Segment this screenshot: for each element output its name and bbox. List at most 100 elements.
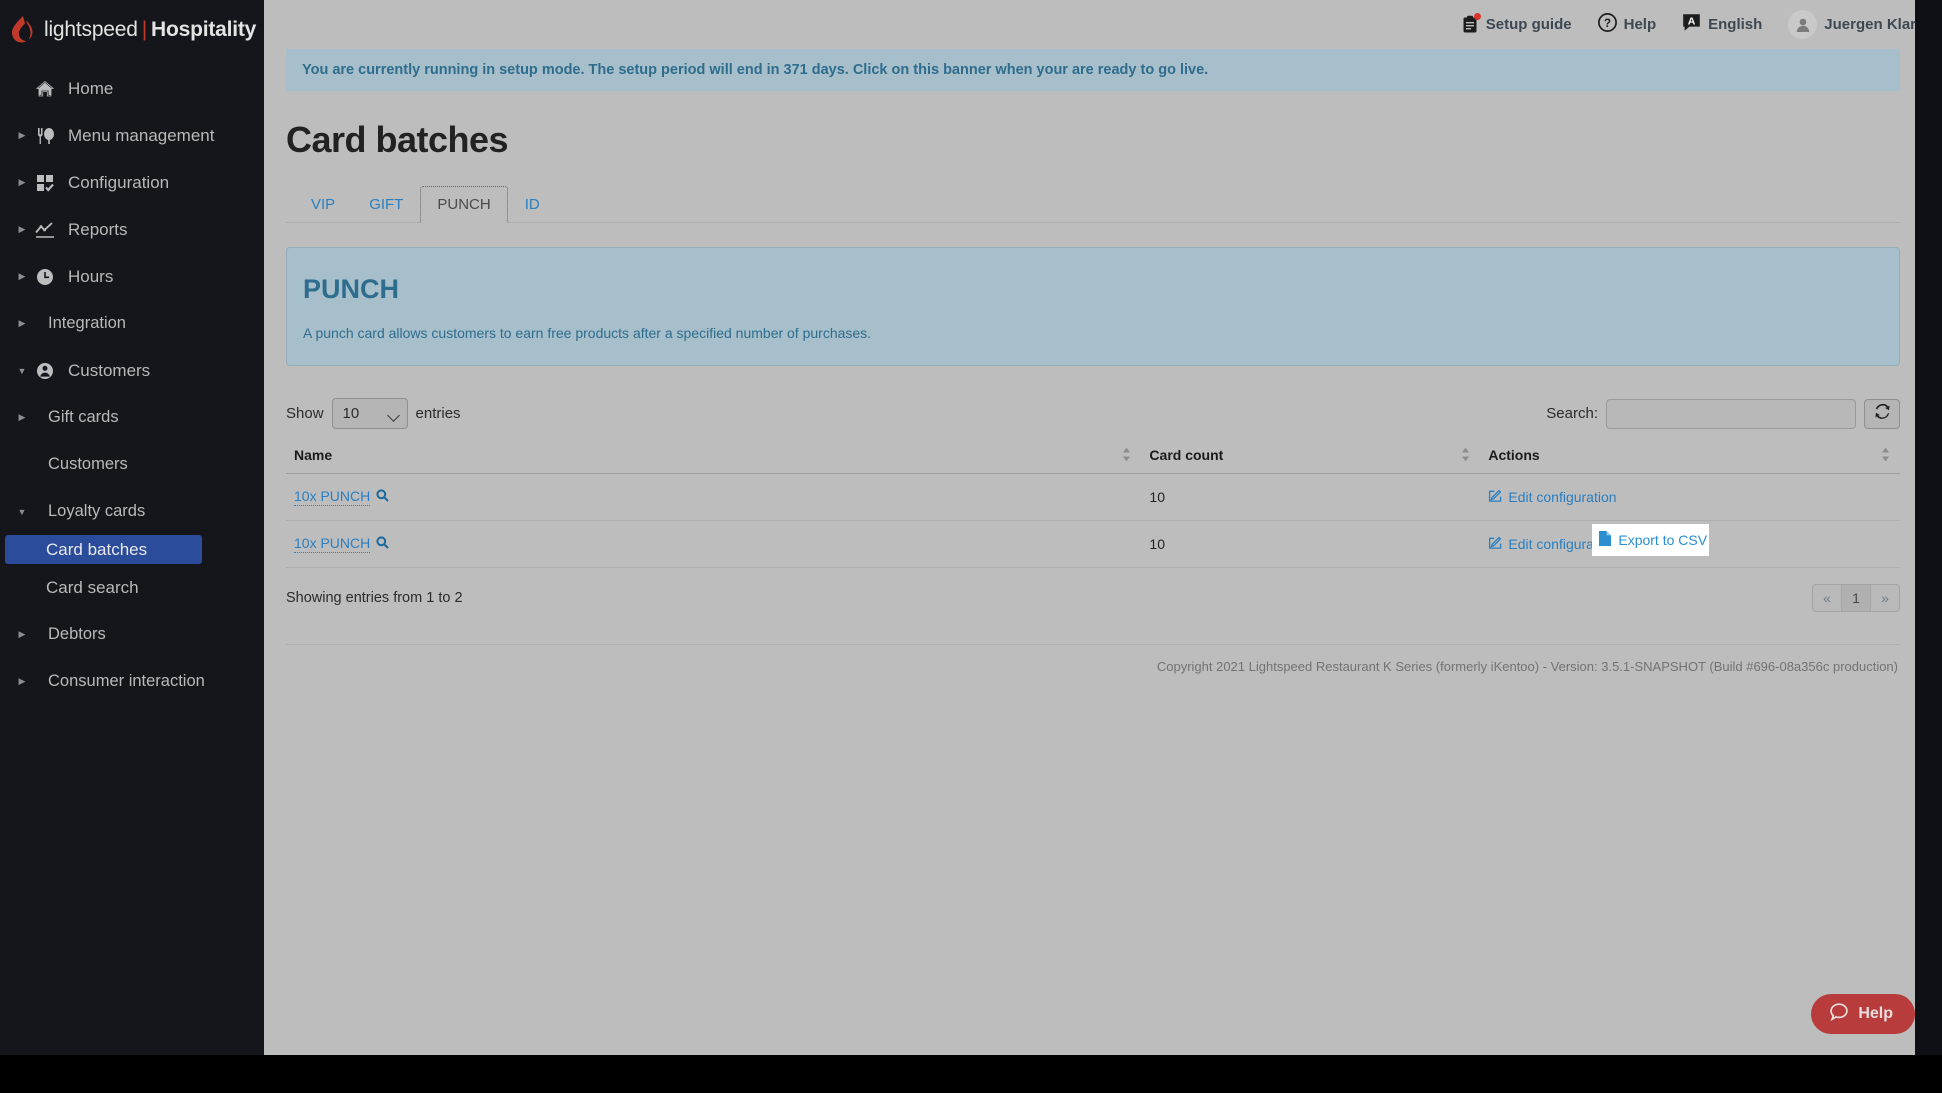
sidebar-item-label: Card search: [46, 577, 139, 597]
help-widget-label: Help: [1858, 1005, 1893, 1022]
chat-bubble-icon: [1829, 1002, 1849, 1027]
sidebar-item-hours[interactable]: ▶ Hours: [0, 253, 264, 300]
sidebar-item-menu-management[interactable]: ▶ Menu management: [0, 112, 264, 159]
chevron-right-icon[interactable]: ▶: [0, 271, 28, 282]
search-group: Search:: [1546, 398, 1900, 429]
magnifier-icon[interactable]: [376, 536, 389, 552]
sidebar-item-customers[interactable]: Customers: [0, 441, 264, 488]
pagination-page-1[interactable]: 1: [1841, 584, 1871, 612]
setup-guide-button[interactable]: Setup guide: [1462, 13, 1572, 34]
tab-punch[interactable]: PUNCH: [420, 186, 508, 223]
table-footer: Showing entries from 1 to 2 « 1 »: [286, 584, 1900, 612]
help-widget-button[interactable]: Help: [1811, 994, 1915, 1034]
sidebar-item-label: Hours: [68, 266, 114, 286]
page-size-select[interactable]: 10 25 50 100: [331, 398, 408, 429]
user-menu[interactable]: Juergen Klar: [1788, 10, 1916, 39]
help-button[interactable]: ? Help: [1597, 13, 1657, 36]
cell-card-count: 10: [1141, 520, 1481, 568]
batch-name-link[interactable]: 10x PUNCH: [294, 488, 389, 506]
magnifier-icon[interactable]: [376, 489, 389, 505]
tab-id[interactable]: ID: [508, 186, 557, 223]
cell-actions: Edit configuration: [1480, 473, 1900, 521]
page-content: You are currently running in setup mode.…: [286, 49, 1900, 680]
language-label: English: [1708, 16, 1763, 33]
entries-label: entries: [415, 405, 461, 422]
cell-actions: Edit configuration Export to CSV: [1480, 520, 1900, 568]
edit-icon: [1488, 489, 1502, 506]
sidebar-item-reports[interactable]: ▶ Reports: [0, 206, 264, 253]
brand-separator: |: [141, 18, 148, 41]
chevron-right-icon[interactable]: ▶: [0, 130, 28, 141]
brand-part2: Hospitality: [151, 18, 257, 41]
language-selector[interactable]: A English: [1682, 13, 1762, 36]
brand-logo[interactable]: lightspeed | Hospitality: [0, 0, 264, 60]
tab-gift[interactable]: GIFT: [352, 186, 420, 223]
column-header-card-count[interactable]: Card count: [1141, 439, 1481, 474]
sidebar-item-home[interactable]: Home: [0, 65, 264, 112]
tab-vip[interactable]: VIP: [294, 186, 352, 223]
pagination-next[interactable]: »: [1870, 584, 1900, 612]
table-controls: Show 10 25 50 100 entries Search:: [286, 398, 1900, 439]
sidebar-item-configuration[interactable]: ▶ Configuration: [0, 159, 264, 206]
pagination-prev[interactable]: «: [1812, 584, 1842, 612]
edit-icon: [1488, 536, 1502, 553]
column-header-name[interactable]: Name: [286, 439, 1142, 474]
chevron-right-icon[interactable]: ▶: [0, 676, 28, 687]
column-label: Actions: [1488, 447, 1540, 463]
batch-name-label: 10x PUNCH: [294, 488, 371, 506]
sidebar-item-integration[interactable]: ▶ Integration: [0, 300, 264, 347]
setup-mode-banner[interactable]: You are currently running in setup mode.…: [286, 49, 1900, 91]
reports-icon: [28, 221, 62, 239]
sidebar-item-label: Gift cards: [48, 408, 119, 426]
sidebar-item-debtors[interactable]: ▶ Debtors: [0, 611, 264, 658]
sidebar-item-gift-cards[interactable]: ▶ Gift cards: [0, 394, 264, 441]
chevron-down-icon[interactable]: ▼: [0, 507, 28, 517]
top-bar: Setup guide ? Help A English Juergen Kla…: [264, 0, 1942, 49]
chevron-right-icon[interactable]: ▶: [0, 318, 28, 329]
chevron-down-icon[interactable]: ▼: [0, 366, 28, 376]
sidebar-item-label: Home: [68, 78, 114, 98]
edit-configuration-link[interactable]: Edit configuration: [1488, 489, 1617, 506]
sidebar-item-card-search[interactable]: Card search: [0, 564, 264, 611]
content-scroll-area: You are currently running in setup mode.…: [264, 49, 1942, 1055]
setup-guide-label: Setup guide: [1485, 16, 1572, 33]
column-label: Name: [294, 447, 333, 463]
clock-icon: [28, 268, 62, 286]
table-header-row: Name Card count Actions: [286, 439, 1900, 474]
search-input[interactable]: [1606, 398, 1856, 429]
punch-info-panel: PUNCH A punch card allows customers to e…: [286, 247, 1900, 366]
sidebar-item-consumer-interaction[interactable]: ▶ Consumer interaction: [0, 658, 264, 705]
refresh-icon: [1874, 403, 1891, 425]
sidebar-item-label: Customers: [68, 360, 151, 380]
search-label: Search:: [1546, 405, 1598, 422]
sidebar-item-card-batches[interactable]: Card batches: [5, 535, 202, 564]
card-batches-table: Name Card count Actions 10x PUNCH 10 Edi…: [286, 439, 1900, 568]
chevron-right-icon[interactable]: ▶: [0, 629, 28, 640]
help-label: Help: [1623, 16, 1657, 33]
viewport-bottom-edge: [0, 1055, 1942, 1093]
application-window: lightspeed | Hospitality Home ▶ Menu manag…: [0, 0, 1942, 1093]
sidebar-item-loyalty-cards[interactable]: ▼ Loyalty cards: [0, 488, 264, 535]
column-header-actions[interactable]: Actions: [1480, 439, 1900, 474]
chevron-right-icon[interactable]: ▶: [0, 224, 28, 235]
sidebar-item-customers-group[interactable]: ▼ Customers: [0, 347, 264, 394]
sort-icon: [1881, 447, 1890, 466]
brand-text: lightspeed | Hospitality: [44, 18, 256, 42]
clipboard-icon: [1462, 13, 1481, 34]
batch-name-link[interactable]: 10x PUNCH: [294, 535, 389, 553]
page-size-select-wrap: 10 25 50 100: [331, 398, 408, 429]
home-icon: [28, 80, 62, 98]
export-to-csv-link[interactable]: Export to CSV: [1592, 523, 1710, 556]
chevron-right-icon[interactable]: ▶: [0, 177, 28, 188]
main-region: Setup guide ? Help A English Juergen Kla…: [264, 0, 1942, 1055]
info-panel-description: A punch card allows customers to earn fr…: [303, 325, 872, 341]
viewport-right-edge: [1915, 0, 1942, 1055]
refresh-button[interactable]: [1864, 398, 1900, 429]
user-name: Juergen Klar: [1824, 16, 1916, 33]
sidebar-nav: Home ▶ Menu management ▶ Configuration ▶…: [0, 60, 264, 705]
chevron-right-icon[interactable]: ▶: [0, 412, 28, 423]
menu-management-icon: [28, 127, 62, 145]
language-bubble-icon: A: [1682, 13, 1701, 36]
user-icon: [28, 362, 62, 380]
pagination: « 1 »: [1812, 584, 1900, 612]
